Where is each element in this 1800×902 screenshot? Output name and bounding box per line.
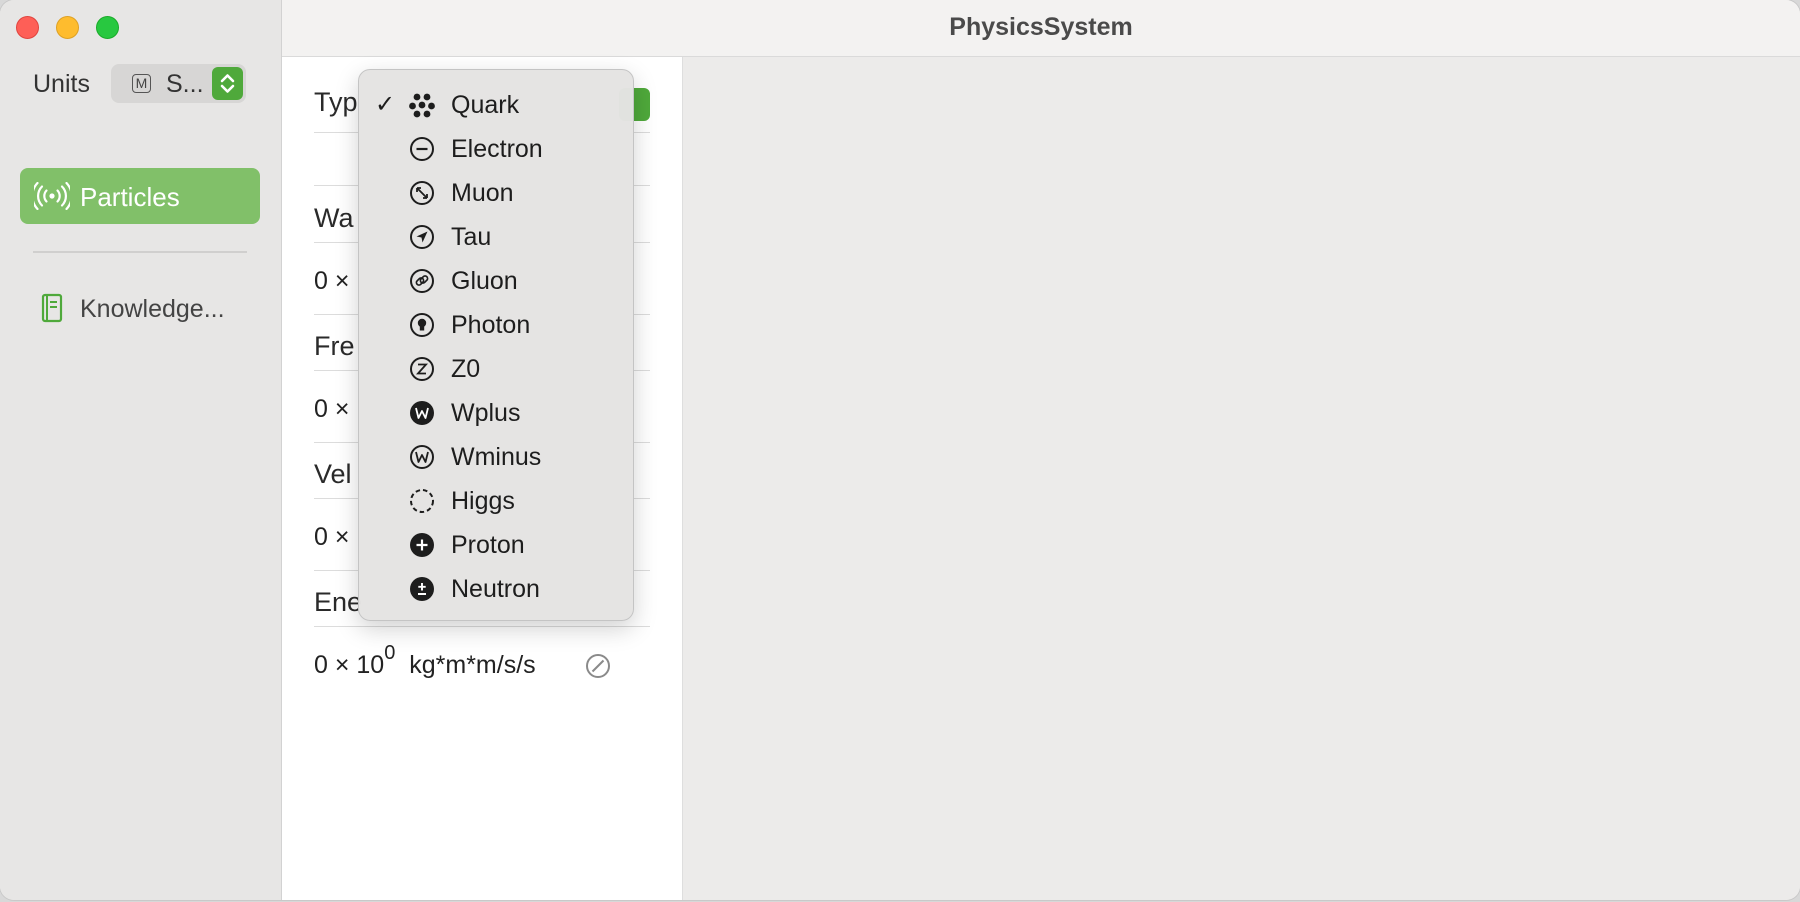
menu-item-muon[interactable]: Muon [359, 170, 633, 214]
wavelength-label: Wa [314, 203, 354, 233]
energy-unit: kg*m*m/s/s [409, 651, 536, 679]
window-title: PhysicsSystem [949, 13, 1133, 41]
sidebar-divider [33, 251, 247, 253]
menu-item-quark[interactable]: ✓ Quark [359, 82, 633, 126]
menu-item-neutron[interactable]: Neutron [359, 566, 633, 610]
zoom-window-button[interactable] [96, 16, 119, 39]
type-label: Typ [314, 87, 358, 117]
energy-label: Ene [314, 587, 363, 617]
menu-item-label: Muon [451, 179, 514, 207]
energy-value[interactable]: 0 × 100 kg*m*m/s/s [314, 642, 536, 680]
book-icon [40, 293, 64, 328]
minimize-window-button[interactable] [56, 16, 79, 39]
units-badge-icon: M [132, 74, 151, 93]
sidebar-item-label: Particles [80, 182, 180, 212]
sidebar-item-knowledge[interactable]: Knowledge... [20, 290, 260, 330]
menu-item-label: Proton [451, 531, 525, 559]
sidebar-item-label: Knowledge... [80, 295, 225, 323]
energy-mantissa: 0 × 10 [314, 651, 385, 679]
menu-item-wplus[interactable]: Wplus [359, 390, 633, 434]
menu-item-label: Tau [451, 223, 492, 251]
menu-item-photon[interactable]: Photon [359, 302, 633, 346]
menu-item-label: Electron [451, 135, 543, 163]
divider [314, 626, 650, 627]
sidebar-item-particles[interactable]: Particles [20, 168, 260, 224]
sidebar: Units M S... Particles Knowledge... [0, 0, 282, 900]
location-arrow-circle-icon [409, 224, 435, 250]
dashed-circle-icon [409, 488, 435, 514]
menu-item-label: Wplus [451, 399, 521, 427]
menu-item-tau[interactable]: Tau [359, 214, 633, 258]
frequency-value[interactable]: 0 × [314, 395, 349, 424]
frequency-label: Fre [314, 331, 355, 361]
particle-type-menu: ✓ Quark Electron Muon Tau Gluon Photon Z… [358, 69, 634, 621]
units-label: Units [33, 70, 90, 98]
w-circle-icon [409, 444, 435, 470]
arrows-diagonal-circle-icon [409, 180, 435, 206]
menu-item-gluon[interactable]: Gluon [359, 258, 633, 302]
menu-item-proton[interactable]: Proton [359, 522, 633, 566]
velocity-value[interactable]: 0 × [314, 523, 349, 552]
menu-item-label: Gluon [451, 267, 518, 295]
minus-circle-icon [409, 136, 435, 162]
plus-filled-circle-icon [409, 532, 435, 558]
velocity-label: Vel [314, 459, 352, 489]
menu-item-label: Wminus [451, 443, 542, 471]
close-window-button[interactable] [16, 16, 39, 39]
wavelength-value[interactable]: 0 × [314, 267, 349, 296]
checkmark-icon: ✓ [375, 91, 396, 118]
link-circle-icon [409, 268, 435, 294]
units-value: S... [166, 70, 204, 98]
app-window: Units M S... Particles Knowledge... Phys… [0, 0, 1800, 900]
broadcast-icon [31, 181, 73, 215]
dots-icon [409, 92, 435, 118]
z-circle-icon [409, 356, 435, 382]
detail-pane [683, 57, 1800, 900]
units-popup-button[interactable]: M S... [111, 64, 246, 103]
menu-item-label: Quark [451, 91, 520, 119]
chevron-updown-icon [212, 67, 243, 100]
menu-item-electron[interactable]: Electron [359, 126, 633, 170]
menu-item-label: Neutron [451, 575, 540, 603]
w-filled-circle-icon [409, 400, 435, 426]
menu-item-label: Higgs [451, 487, 515, 515]
title-bar: PhysicsSystem [282, 0, 1800, 57]
menu-item-higgs[interactable]: Higgs [359, 478, 633, 522]
menu-item-wminus[interactable]: Wminus [359, 434, 633, 478]
lightbulb-circle-icon [409, 312, 435, 338]
plusminus-filled-circle-icon [409, 576, 435, 602]
prohibited-icon[interactable] [584, 652, 612, 685]
energy-exponent: 0 [384, 642, 396, 664]
menu-item-label: Photon [451, 311, 531, 339]
menu-item-z0[interactable]: Z0 [359, 346, 633, 390]
menu-item-label: Z0 [451, 355, 481, 383]
